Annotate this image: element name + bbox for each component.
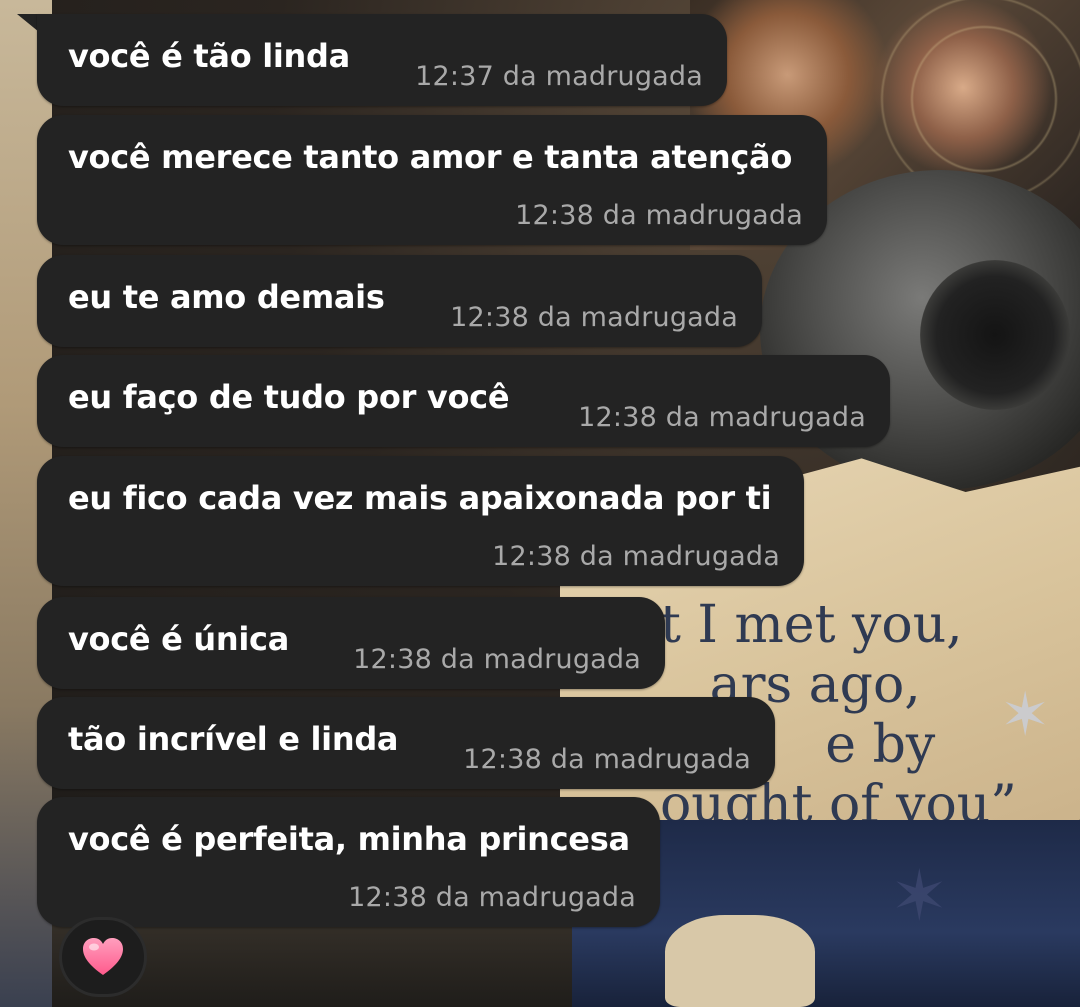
message-bubble[interactable]: eu fico cada vez mais apaixonada por ti …: [37, 456, 804, 586]
message-timestamp: 12:38 da madrugada: [578, 402, 866, 433]
reaction-badge[interactable]: [59, 917, 147, 997]
message-bubble[interactable]: eu te amo demais 12:38 da madrugada: [37, 255, 762, 347]
message-text: eu fico cada vez mais apaixonada por ti: [68, 479, 772, 517]
message-timestamp: 12:38 da madrugada: [492, 541, 780, 572]
message-list: você é tão linda 12:37 da madrugada você…: [0, 0, 1080, 1007]
message-text: você é perfeita, minha princesa: [68, 820, 630, 858]
heart-icon: [83, 938, 123, 975]
message-timestamp: 12:38 da madrugada: [515, 200, 803, 231]
message-timestamp: 12:38 da madrugada: [348, 882, 636, 913]
message-timestamp: 12:38 da madrugada: [353, 644, 641, 675]
message-bubble[interactable]: você é única 12:38 da madrugada: [37, 597, 665, 689]
message-text: você merece tanto amor e tanta atenção: [68, 138, 793, 176]
bubble-tail: [17, 14, 39, 32]
message-bubble[interactable]: eu faço de tudo por você 12:38 da madrug…: [37, 355, 890, 447]
message-bubble[interactable]: você é tão linda 12:37 da madrugada: [37, 14, 727, 106]
message-bubble[interactable]: tão incrível e linda 12:38 da madrugada: [37, 697, 775, 789]
message-bubble[interactable]: você merece tanto amor e tanta atenção 1…: [37, 115, 827, 245]
message-bubble[interactable]: você é perfeita, minha princesa 12:38 da…: [37, 797, 660, 927]
message-timestamp: 12:37 da madrugada: [415, 61, 703, 92]
message-timestamp: 12:38 da madrugada: [450, 302, 738, 333]
message-timestamp: 12:38 da madrugada: [463, 744, 751, 775]
